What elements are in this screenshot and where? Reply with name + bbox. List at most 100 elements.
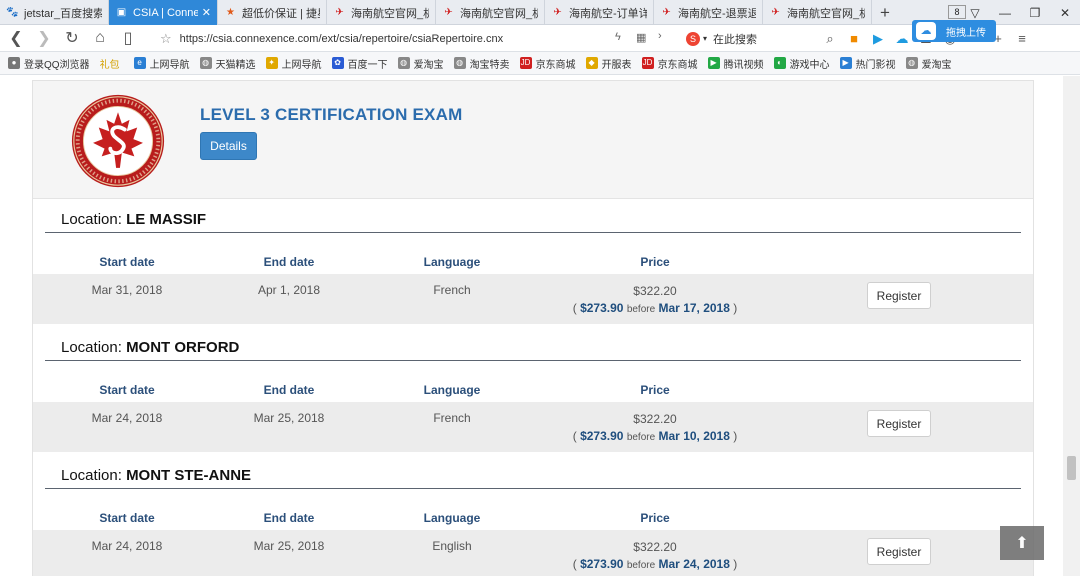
table-row: Mar 24, 2018 Mar 25, 2018 English $322.20 ( …	[33, 530, 1033, 576]
jd-icon: JD	[519, 57, 532, 69]
paw-icon: ✿	[331, 57, 344, 69]
language: English	[432, 539, 472, 553]
bookmark-item[interactable]: ◍ 爱淘宝	[397, 56, 444, 71]
globe-icon: ◍	[199, 57, 212, 69]
close-window-button[interactable]: ✕	[1050, 0, 1080, 25]
bookmark-item[interactable]: ● 登录QQ浏览器	[8, 56, 90, 71]
bookmark-item[interactable]: ▶ 热门影视	[839, 56, 896, 71]
reading-mode-icon[interactable]: ▯	[114, 25, 142, 52]
tab-7[interactable]: ✈ 海南航空官网_机	[763, 0, 872, 25]
column-language: Language	[423, 255, 481, 269]
cloud-icon[interactable]: ☁	[890, 31, 914, 47]
search-icon[interactable]: ⌕	[818, 31, 842, 47]
column-language: Language	[423, 511, 481, 525]
tab-1[interactable]: ▣ CSIA | Connexe ✕	[109, 0, 218, 25]
back-to-top-button[interactable]: ⬆	[1000, 526, 1044, 560]
page-content: LEVEL 3 CERTIFICATION EXAM Details Locat…	[0, 76, 1080, 576]
hainan-airlines-icon: ✈	[553, 7, 562, 18]
before-word: before	[626, 432, 656, 443]
divider	[45, 232, 1021, 233]
tab-4[interactable]: ✈ 海南航空官网_机	[436, 0, 545, 25]
language: French	[433, 283, 471, 297]
bookmark-item[interactable]: e 上网导航	[133, 56, 190, 71]
bookmark-item[interactable]: 礼包	[100, 56, 120, 71]
chevron-down-icon[interactable]: ▾	[703, 34, 707, 43]
bookmark-item[interactable]: JD 京东商城	[641, 56, 698, 71]
scrollbar[interactable]	[1063, 76, 1080, 576]
bookmark-item[interactable]: ✦ 上网导航	[265, 56, 322, 71]
play-icon[interactable]: ▶	[866, 31, 890, 47]
globe-icon: ◍	[905, 57, 918, 69]
bookmark-item[interactable]: ◆ 开服表	[585, 56, 632, 71]
price-cell: $322.20 ( $273.90 before Mar 24, 2018 )	[555, 539, 755, 574]
paw-icon: 🐾	[6, 7, 19, 18]
hainan-airlines-icon: ✈	[662, 7, 671, 18]
column-start-date: Start date	[99, 255, 155, 269]
early-deadline: Mar 10, 2018	[658, 429, 730, 443]
bookmark-item[interactable]: ▶ 腾讯视频	[707, 56, 764, 71]
restore-button[interactable]: ❐	[1020, 0, 1050, 25]
upload-popup[interactable]: ☁ 拖拽上传	[912, 20, 996, 42]
reload-button[interactable]: ↻	[58, 25, 86, 52]
tab-2[interactable]: ★ 超低价保证 | 捷星	[218, 0, 327, 25]
location-title: Location: MONT ORFORD	[61, 339, 239, 356]
bookmark-label: 腾讯视频	[723, 59, 764, 71]
globe-icon: ◍	[397, 57, 410, 69]
location-title: Location: MONT STE-ANNE	[61, 467, 251, 484]
close-tab-icon[interactable]: ✕	[202, 6, 211, 19]
price-cell: $322.20 ( $273.90 before Mar 10, 2018 )	[555, 411, 755, 446]
details-button[interactable]: Details	[200, 132, 257, 160]
column-price: Price	[640, 511, 670, 525]
scrollbar-thumb[interactable]	[1067, 456, 1076, 480]
location-prefix: Location:	[61, 339, 122, 356]
address-bar[interactable]: ☆ https://csia.connexence.com/ext/csia/r…	[160, 28, 680, 49]
lightning-icon[interactable]: ϟ	[615, 31, 621, 43]
tab-3[interactable]: ✈ 海南航空官网_机	[327, 0, 436, 25]
early-deadline: Mar 24, 2018	[658, 557, 730, 571]
register-button[interactable]: Register	[867, 282, 931, 309]
game-icon: ◆	[585, 57, 598, 69]
new-tab-button[interactable]: +	[872, 0, 898, 25]
play-icon: ▶	[707, 57, 720, 69]
tab-6[interactable]: ✈ 海南航空-退票退	[654, 0, 763, 25]
tab-title: 超低价保证 | 捷星	[242, 7, 320, 20]
bookmark-star-icon[interactable]: ☆	[160, 31, 172, 47]
film-icon: ▶	[839, 57, 852, 69]
video-icon[interactable]: ■	[842, 31, 866, 46]
chevron-right-icon[interactable]: ›	[658, 30, 662, 42]
bookmark-label: 热门影视	[855, 59, 896, 71]
jd-icon: JD	[641, 57, 654, 69]
price: $322.20	[633, 284, 677, 298]
price: $322.20	[633, 412, 677, 426]
location-section: Location: LE MASSIF Start date End date Lan…	[33, 199, 1033, 327]
exam-header: LEVEL 3 CERTIFICATION EXAM Details	[33, 81, 1033, 199]
bookmark-item[interactable]: JD 京东商城	[519, 56, 576, 71]
tab-title: 海南航空官网_机	[460, 7, 538, 20]
tab-5[interactable]: ✈ 海南航空-订单详	[545, 0, 654, 25]
forward-button[interactable]: ❯	[30, 25, 58, 52]
bookmark-label: 开服表	[601, 59, 632, 71]
tab-title: CSIA | Connexe	[133, 6, 198, 19]
search-box[interactable]: S ▾ 在此搜索	[686, 29, 757, 48]
url-text[interactable]: https://csia.connexence.com/ext/csia/rep…	[180, 33, 503, 45]
home-icon[interactable]: ⌂	[86, 25, 114, 52]
bookmark-item[interactable]: ◍ 淘宝特卖	[453, 56, 510, 71]
search-engine-icon[interactable]: S	[686, 31, 700, 46]
column-end-date: End date	[263, 255, 315, 269]
bookmark-item[interactable]: ◐ 游戏中心	[773, 56, 830, 71]
bookmark-item[interactable]: ✿ 百度一下	[331, 56, 388, 71]
search-placeholder[interactable]: 在此搜索	[713, 31, 757, 47]
qr-code-icon[interactable]: ▦	[636, 31, 646, 44]
more-menu-icon[interactable]: ≡	[1010, 31, 1034, 46]
tab-0[interactable]: 🐾 jetstar_百度搜索	[0, 0, 109, 25]
location-prefix: Location:	[61, 211, 122, 228]
cloud-upload-icon: ☁	[916, 22, 936, 40]
price-cell: $322.20 ( $273.90 before Mar 17, 2018 )	[555, 283, 755, 318]
back-button[interactable]: ❮	[2, 25, 30, 52]
tab-title: jetstar_百度搜索	[24, 7, 102, 20]
end-date: Mar 25, 2018	[253, 411, 325, 425]
register-button[interactable]: Register	[867, 538, 931, 565]
register-button[interactable]: Register	[867, 410, 931, 437]
bookmark-item[interactable]: ◍ 天猫精选	[199, 56, 256, 71]
bookmark-item[interactable]: ◍ 爱淘宝	[905, 56, 952, 71]
